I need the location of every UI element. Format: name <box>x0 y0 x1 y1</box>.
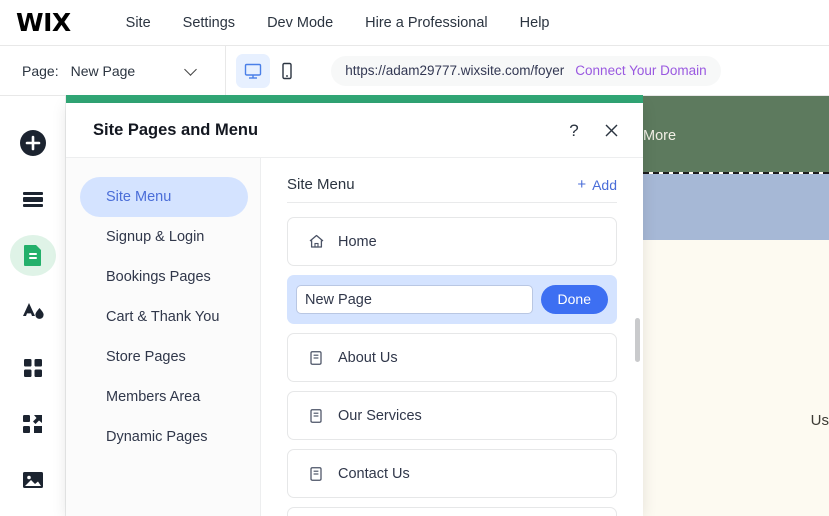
plus-icon: + <box>577 176 587 193</box>
site-url-text: https://adam29777.wixsite.com/foyer <box>345 63 565 78</box>
sidebar-item-cart-thank-you[interactable]: Cart & Thank You <box>80 297 248 337</box>
sidebar-item-label: Site Menu <box>106 189 172 205</box>
page-rename-row: Done <box>287 275 617 324</box>
sidebar-item-label: Cart & Thank You <box>106 309 220 325</box>
sidebar-item-label: Dynamic Pages <box>106 429 208 445</box>
dialog-title: Site Pages and Menu <box>93 120 259 139</box>
topmenu-site[interactable]: Site <box>110 15 167 31</box>
canvas-site-header: More <box>643 96 829 172</box>
done-button[interactable]: Done <box>540 285 608 314</box>
topmenu-hire-a-professional[interactable]: Hire a Professional <box>349 15 504 31</box>
page-icon <box>307 349 325 367</box>
rail-item-theme[interactable] <box>10 291 56 332</box>
page-list-scrollbar[interactable] <box>635 318 640 362</box>
add-page-button[interactable]: + Add <box>577 177 617 193</box>
theme-icon <box>22 303 44 320</box>
page-list-item-contact-us[interactable]: Contact Us <box>287 449 617 498</box>
dialog-header-actions: ? <box>551 103 625 158</box>
sidebar-item-label: Members Area <box>106 389 201 405</box>
sidebar-item-members-area[interactable]: Members Area <box>80 377 248 417</box>
canvas-more-link[interactable]: More <box>643 128 676 144</box>
mobile-icon <box>282 62 292 79</box>
media-icon <box>22 472 43 489</box>
page-name-input[interactable] <box>296 285 533 314</box>
rail-item-apps[interactable] <box>10 347 56 388</box>
wix-logo[interactable]: WIX <box>16 10 71 35</box>
page-icon <box>307 465 325 483</box>
connect-domain-link[interactable]: Connect Your Domain <box>575 63 706 78</box>
page-selector-label: Page: <box>22 62 59 79</box>
help-button[interactable]: ? <box>560 117 588 145</box>
sidebar-item-signup-login[interactable]: Signup & Login <box>80 217 248 257</box>
sidebar-item-label: Signup & Login <box>106 229 205 245</box>
close-button[interactable] <box>597 117 625 145</box>
dialog-header: Site Pages and Menu ? <box>66 103 643 158</box>
dialog-sidebar: Site Menu Signup & Login Bookings Pages … <box>66 158 261 516</box>
editor-top-accent-strip <box>66 95 643 103</box>
site-pages-and-menu-dialog: Site Pages and Menu ? Site Menu Signup &… <box>66 103 643 516</box>
sidebar-item-site-menu[interactable]: Site Menu <box>80 177 248 217</box>
dialog-body: Site Menu Signup & Login Bookings Pages … <box>66 158 643 516</box>
toolbar-divider <box>225 45 227 96</box>
page-label: About Us <box>338 349 398 366</box>
add-icon <box>19 129 46 156</box>
page-label: Contact Us <box>338 465 410 482</box>
desktop-view-button[interactable] <box>236 53 271 88</box>
chevron-down-icon[interactable] <box>185 64 198 77</box>
page-list-item-about-us[interactable]: About Us <box>287 333 617 382</box>
page-icon <box>307 407 325 425</box>
editor-toolbar: Page: New Page https://adam29777.wixsite… <box>0 45 829 96</box>
site-menu-section-header: Site Menu + Add <box>287 158 617 203</box>
device-toggle-group <box>236 53 304 88</box>
canvas-blue-band <box>643 174 829 240</box>
rail-item-app-market[interactable] <box>10 403 56 444</box>
home-icon <box>307 233 325 251</box>
sections-icon <box>22 191 43 207</box>
canvas-body-section: Us First Name <box>643 240 829 516</box>
question-mark-icon: ? <box>569 121 579 140</box>
wix-editor-window: WIX Site Settings Dev Mode Hire a Profes… <box>0 0 829 516</box>
site-url-bar: https://adam29777.wixsite.com/foyer Conn… <box>331 55 721 86</box>
page-label: Our Services <box>338 407 422 424</box>
sidebar-item-bookings-pages[interactable]: Bookings Pages <box>80 257 248 297</box>
page-list-item-book-online[interactable]: Book Online <box>287 507 617 516</box>
canvas-heading-text: Us <box>810 412 829 429</box>
pages-icon <box>23 245 41 267</box>
mobile-view-button[interactable] <box>270 54 304 88</box>
page-selector-value[interactable]: New Page <box>71 63 136 79</box>
top-menu-bar: WIX Site Settings Dev Mode Hire a Profes… <box>0 0 829 46</box>
topmenu-settings[interactable]: Settings <box>167 15 251 31</box>
rail-item-pages[interactable] <box>9 234 56 276</box>
topmenu-help[interactable]: Help <box>504 15 566 31</box>
section-title: Site Menu <box>287 176 355 193</box>
rail-item-add[interactable] <box>10 122 56 163</box>
page-list-item-home[interactable]: Home <box>287 217 617 266</box>
sidebar-item-store-pages[interactable]: Store Pages <box>80 337 248 377</box>
app-market-icon <box>22 415 42 434</box>
page-list-item-our-services[interactable]: Our Services <box>287 391 617 440</box>
dialog-main-panel: Site Menu + Add Home New Page Done About… <box>261 158 643 516</box>
sidebar-item-dynamic-pages[interactable]: Dynamic Pages <box>80 417 248 457</box>
add-label: Add <box>592 176 617 193</box>
page-list: Home Done <box>287 203 617 516</box>
left-icon-rail <box>0 96 66 516</box>
page-label: Home <box>338 233 377 250</box>
apps-icon <box>23 358 42 377</box>
sidebar-item-label: Store Pages <box>106 349 186 365</box>
desktop-icon <box>244 63 262 79</box>
site-canvas-preview[interactable]: More Us First Name <box>643 96 829 516</box>
close-icon <box>605 124 617 137</box>
sidebar-item-label: Bookings Pages <box>106 269 211 285</box>
rail-item-sections[interactable] <box>10 178 56 219</box>
top-menu-list: Site Settings Dev Mode Hire a Profession… <box>110 15 566 31</box>
rail-item-media[interactable] <box>10 460 56 501</box>
topmenu-dev-mode[interactable]: Dev Mode <box>251 15 349 31</box>
